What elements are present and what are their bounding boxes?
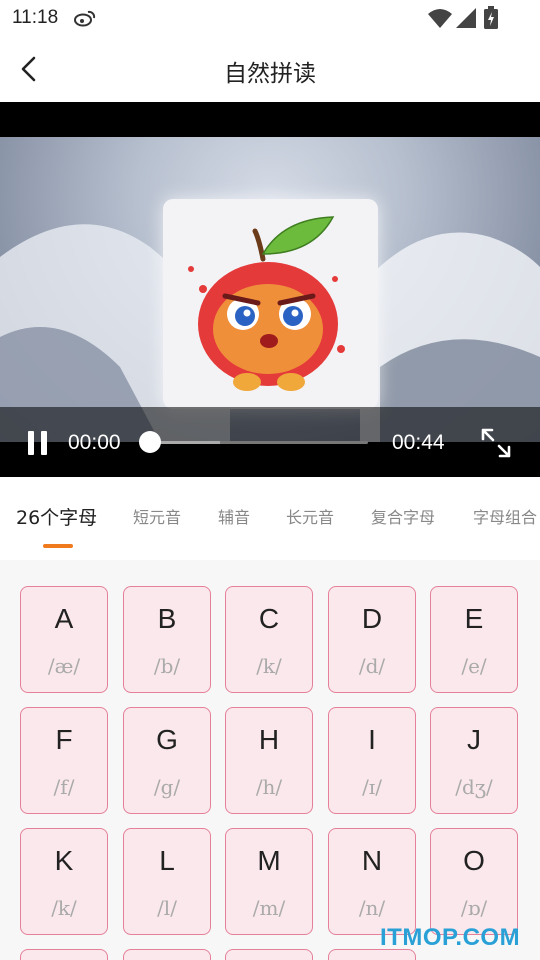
phonetic-label: /æ/ (47, 654, 81, 678)
apple-character-image (188, 216, 345, 391)
video-player[interactable]: 00:00 00:44 (0, 102, 540, 477)
letter-label: L (159, 845, 175, 876)
letter-label: O (463, 845, 485, 876)
letter-card-d[interactable]: D /d/ (328, 586, 416, 693)
tab-letter-combinations[interactable]: 字母组合 (473, 504, 537, 528)
fullscreen-icon[interactable] (480, 427, 512, 459)
letter-label: J (467, 724, 481, 755)
letter-card-e[interactable]: E /e/ (430, 586, 518, 693)
phonetic-label: /l/ (157, 896, 177, 920)
phonetic-label: /m/ (252, 896, 286, 920)
apple-illustration-card (163, 199, 378, 409)
phonetic-label: /e/ (461, 654, 487, 678)
phonetic-label: /k/ (51, 896, 77, 920)
letter-card-c[interactable]: C /k/ (225, 586, 313, 693)
battery-icon (484, 6, 498, 29)
progress-knob[interactable] (139, 431, 161, 453)
phonetic-label: /k/ (256, 654, 282, 678)
letter-card-o[interactable]: O /ɒ/ (430, 828, 518, 935)
phonetic-label: /h/ (255, 775, 283, 799)
progress-bar[interactable] (150, 441, 368, 444)
tab-short-vowels[interactable]: 短元音 (133, 504, 181, 528)
active-tab-indicator (43, 544, 73, 548)
letter-card-g[interactable]: G /g/ (123, 707, 211, 814)
status-bar: 11:18 (0, 0, 540, 36)
letter-card-b[interactable]: B /b/ (123, 586, 211, 693)
total-time: 00:44 (392, 431, 445, 454)
letter-label: G (156, 724, 178, 755)
tab-26-letters[interactable]: 26个字母 (16, 503, 97, 530)
letter-label: M (257, 845, 281, 876)
letter-label: D (361, 603, 383, 634)
letter-label: C (258, 603, 280, 634)
letter-grid: A /æ/ B /b/ C /k/ D /d/ E /e/ F /f/ G /g… (0, 560, 540, 960)
letter-card-l[interactable]: L /l/ (123, 828, 211, 935)
letter-card-partial[interactable] (123, 949, 211, 960)
letter-label: F (55, 724, 73, 755)
phonetic-label: /dʒ/ (455, 775, 493, 799)
letter-card-i[interactable]: I /ɪ/ (328, 707, 416, 814)
tab-compound-letters[interactable]: 复合字母 (371, 504, 435, 528)
phonetic-label: /g/ (153, 775, 181, 799)
letter-card-k[interactable]: K /k/ (20, 828, 108, 935)
phonetic-label: /b/ (153, 654, 181, 678)
video-frame (0, 137, 540, 442)
phonetic-label: /f/ (53, 775, 75, 799)
wifi-icon (428, 9, 452, 28)
phonetic-label: /ɪ/ (362, 775, 382, 799)
watermark: ITMOP.COM (380, 924, 521, 951)
letter-card-j[interactable]: J /dʒ/ (430, 707, 518, 814)
letter-card-f[interactable]: F /f/ (20, 707, 108, 814)
current-time: 00:00 (68, 431, 121, 454)
letter-label: A (54, 603, 74, 634)
phonetic-label: /d/ (358, 654, 386, 678)
letter-label: I (368, 724, 376, 755)
letter-card-m[interactable]: M /m/ (225, 828, 313, 935)
pause-icon[interactable] (26, 429, 50, 457)
header: 自然拼读 (0, 36, 540, 102)
letter-label: B (157, 603, 177, 634)
letter-label: H (258, 724, 280, 755)
category-tabs: 26个字母 短元音 辅音 长元音 复合字母 字母组合 (0, 477, 540, 560)
letter-label: K (54, 845, 74, 876)
letter-label: E (464, 603, 484, 634)
video-controls: 00:00 00:44 (0, 407, 540, 477)
phonetic-label: /n/ (358, 896, 386, 920)
page-title: 自然拼读 (224, 61, 316, 87)
letter-card-partial[interactable] (225, 949, 313, 960)
letter-card-n[interactable]: N /n/ (328, 828, 416, 935)
phonetic-label: /ɒ/ (460, 896, 488, 920)
letter-card-a[interactable]: A /æ/ (20, 586, 108, 693)
signal-icon (456, 8, 476, 28)
tab-long-vowels[interactable]: 长元音 (286, 504, 334, 528)
letter-label: N (361, 845, 383, 876)
weibo-icon (74, 10, 96, 27)
status-time: 11:18 (12, 7, 59, 28)
letter-card-partial[interactable] (20, 949, 108, 960)
letter-card-h[interactable]: H /h/ (225, 707, 313, 814)
tab-consonants[interactable]: 辅音 (218, 504, 250, 528)
